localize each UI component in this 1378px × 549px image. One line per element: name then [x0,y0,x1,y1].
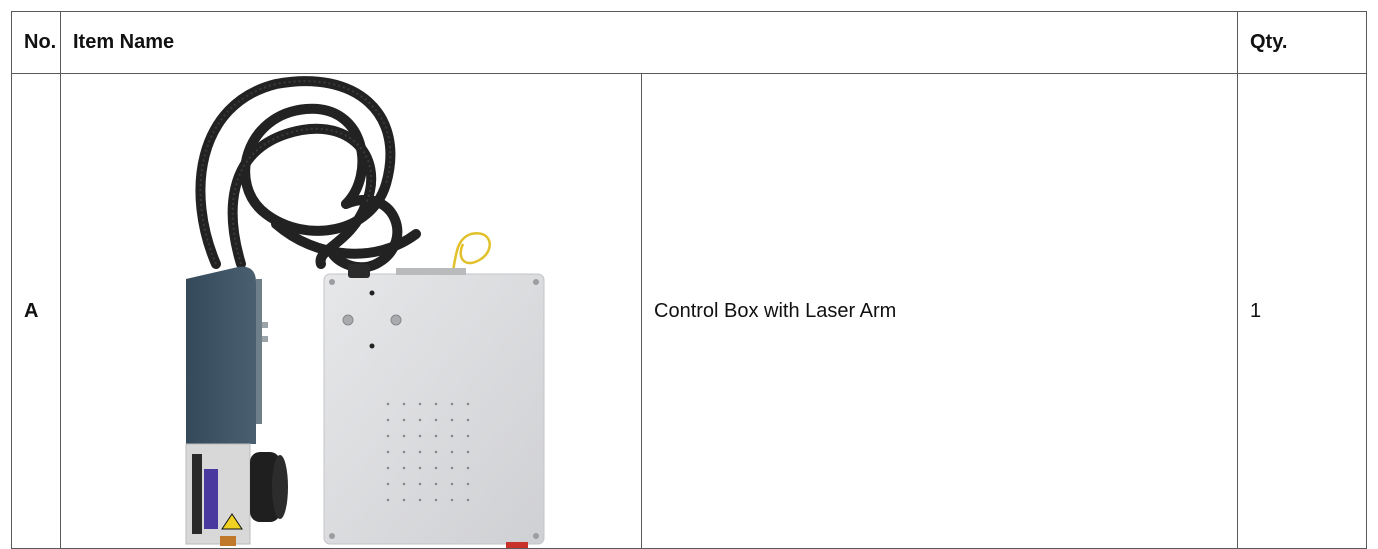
mounting-bolt [342,314,354,326]
cable-connector [348,264,370,278]
table-header-row: No. Item Name Qty. [11,11,1367,74]
control-box [323,273,545,545]
table-row: A Control Box with Laser Arm 1 [11,73,1367,549]
laser-head-body [186,266,256,444]
corner-screw [329,533,335,539]
corner-screw [533,279,539,285]
header-item-name: Item Name [60,11,1238,74]
galvo-warning-label [204,469,218,529]
control-box-hole [369,343,375,349]
header-no: No. [11,11,61,74]
laser-head-screw [262,322,268,328]
corner-screw [533,533,539,539]
control-box-with-laser-arm-photo [185,76,545,548]
lens [272,455,288,519]
control-box-hole [369,290,375,296]
header-qty: Qty. [1237,11,1367,74]
cable-coil [195,76,421,273]
control-box-connector-strip [396,268,466,275]
laser-head-screw [262,336,268,342]
red-switch [506,542,528,548]
item-description: Control Box with Laser Arm [641,73,1238,549]
mounting-bolt [390,314,402,326]
lens-nozzle [220,536,236,546]
item-image-cell [60,73,642,549]
galvo-label-strip [192,454,202,534]
parts-list-table: No. Item Name Qty. A Control Box with La… [11,11,1367,549]
row-number: A [11,73,61,549]
laser-head-side [256,279,262,424]
corner-screw [329,279,335,285]
item-quantity: 1 [1237,73,1367,549]
